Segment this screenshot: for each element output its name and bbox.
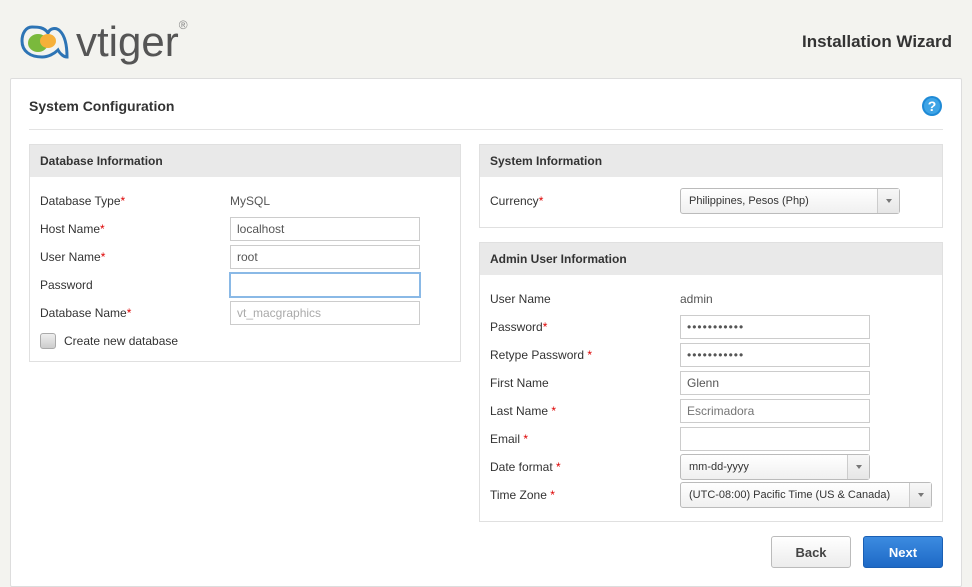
page-header: vtiger® Installation Wizard [0, 0, 972, 78]
admin-email-input[interactable] [680, 427, 870, 451]
db-panel: Database Information Database Type* MySQ… [29, 144, 461, 362]
chevron-down-icon [877, 189, 899, 213]
admin-panel-title: Admin User Information [480, 243, 942, 275]
create-db-checkbox[interactable] [40, 333, 56, 349]
admin-password-input[interactable] [680, 315, 870, 339]
system-panel-title: System Information [480, 145, 942, 177]
create-db-label: Create new database [64, 334, 178, 348]
vtiger-logo-icon [20, 23, 70, 61]
brand-logo: vtiger® [20, 18, 188, 66]
back-button[interactable]: Back [771, 536, 851, 568]
db-name-label: Database Name* [40, 306, 230, 320]
db-host-input[interactable] [230, 217, 420, 241]
chevron-down-icon [847, 455, 869, 479]
system-panel: System Information Currency* Philippines… [479, 144, 943, 228]
admin-panel: Admin User Information User Name admin P… [479, 242, 943, 522]
admin-timezone-label: Time Zone * [490, 488, 680, 502]
admin-lastname-label: Last Name * [490, 404, 680, 418]
admin-username-label: User Name [490, 292, 680, 306]
db-password-label: Password [40, 278, 230, 292]
footer-buttons: Back Next [479, 536, 943, 568]
config-card: System Configuration ? Database Informat… [10, 78, 962, 587]
admin-lastname-input[interactable] [680, 399, 870, 423]
db-host-label: Host Name* [40, 222, 230, 236]
currency-select[interactable]: Philippines, Pesos (Php) [680, 188, 900, 214]
currency-label: Currency* [490, 194, 680, 208]
svg-text:?: ? [928, 98, 937, 114]
admin-email-label: Email * [490, 432, 680, 446]
next-button[interactable]: Next [863, 536, 943, 568]
chevron-down-icon [909, 483, 931, 507]
db-user-input[interactable] [230, 245, 420, 269]
wizard-title: Installation Wizard [802, 32, 952, 52]
db-type-label: Database Type* [40, 194, 230, 208]
admin-retype-label: Retype Password * [490, 348, 680, 362]
admin-username-value: admin [680, 292, 713, 306]
admin-retype-input[interactable] [680, 343, 870, 367]
admin-dateformat-label: Date format * [490, 460, 680, 474]
db-name-input[interactable] [230, 301, 420, 325]
brand-text: vtiger® [76, 18, 188, 66]
timezone-select[interactable]: (UTC-08:00) Pacific Time (US & Canada) [680, 482, 932, 508]
db-user-label: User Name* [40, 250, 230, 264]
card-header: System Configuration ? [29, 95, 943, 130]
db-panel-title: Database Information [30, 145, 460, 177]
db-type-value: MySQL [230, 194, 270, 208]
help-icon[interactable]: ? [921, 95, 943, 117]
dateformat-select[interactable]: mm-dd-yyyy [680, 454, 870, 480]
admin-firstname-input[interactable] [680, 371, 870, 395]
admin-password-label: Password* [490, 320, 680, 334]
db-password-input[interactable] [230, 273, 420, 297]
page-title: System Configuration [29, 98, 174, 114]
admin-firstname-label: First Name [490, 376, 680, 390]
